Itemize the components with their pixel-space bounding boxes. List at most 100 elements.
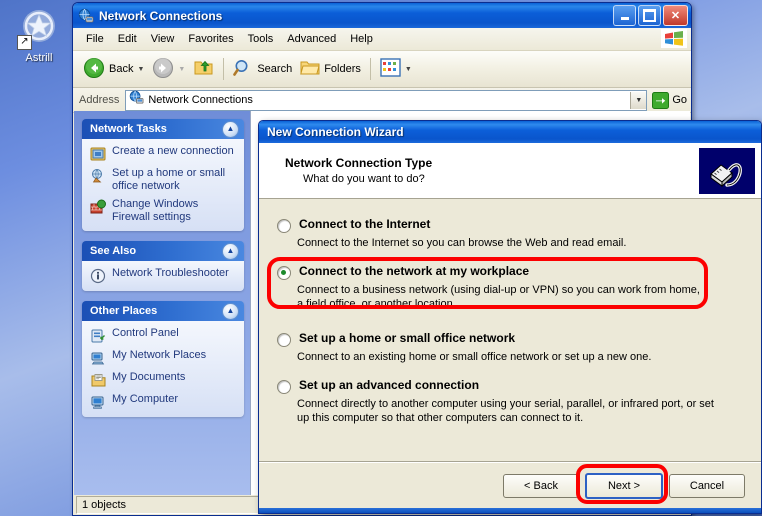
chevron-down-icon[interactable]: ▼ [178,66,185,73]
option-setup-advanced-connection[interactable]: Set up an advanced connection Connect di… [277,378,741,425]
shortcut-arrow-icon: ↗ [17,35,32,50]
radio-setup-home-network[interactable] [277,333,291,347]
task-label: Change Windows Firewall settings [112,198,199,223]
panel-see-also: See Also ▲ Network Troubleshooter [82,241,244,291]
option-label: Connect to the network at my workplace [299,264,530,278]
menu-item-favorites[interactable]: Favorites [181,31,240,47]
my-network-places-icon [90,350,106,366]
search-button[interactable]: Search [229,56,296,83]
window-title: Network Connections [99,8,223,23]
panel-title: Network Tasks [90,123,167,135]
my-documents-icon [90,372,106,388]
radio-connect-to-internet[interactable] [277,219,291,233]
next-button[interactable]: Next > [585,473,663,499]
panel-body-other-places: Control Panel My Network Places My Docum… [82,321,244,417]
task-label: Create a new connection [112,145,234,157]
control-panel-icon [90,328,106,344]
new-connection-wizard-dialog: New Connection Wizard Network Connection… [258,120,762,514]
panel-header-network-tasks[interactable]: Network Tasks ▲ [82,119,244,139]
new-connection-icon [90,146,106,162]
menu-item-advanced[interactable]: Advanced [280,31,343,47]
option-description: Connect directly to another computer usi… [297,398,714,424]
address-label: Address [79,94,120,106]
link-label: Network Troubleshooter [112,267,229,279]
task-pane: Network Tasks ▲ Create a new connection [74,111,250,495]
toolbar-separator [369,58,371,80]
option-description: Connect to a business network (using dia… [297,284,700,310]
wizard-button-row: < Back Next > Cancel [497,464,745,504]
back-label: Back [109,63,134,75]
collapse-chevron-icon[interactable]: ▲ [222,242,239,260]
desktop-icon-astrill[interactable]: ↗ Astrill [8,6,70,64]
panel-body-network-tasks: Create a new connection Set up a home or… [82,139,244,231]
place-my-documents[interactable]: My Documents [90,371,238,388]
views-button[interactable]: ▼ [376,56,416,82]
chevron-down-icon[interactable]: ▼ [137,66,144,73]
task-create-new-connection[interactable]: Create a new connection [90,145,238,162]
option-setup-home-network[interactable]: Set up a home or small office network Co… [277,331,741,364]
place-control-panel[interactable]: Control Panel [90,327,238,344]
cancel-button[interactable]: Cancel [669,474,745,498]
folders-label: Folders [324,63,361,75]
option-label: Set up a home or small office network [299,331,516,345]
panel-header-other-places[interactable]: Other Places ▲ [82,301,244,321]
back-button[interactable]: Back ▼ [79,55,148,84]
back-arrow-icon [83,57,105,82]
menu-item-tools[interactable]: Tools [241,31,281,47]
minimize-icon [620,16,629,20]
forward-arrow-icon [152,57,174,82]
link-network-troubleshooter[interactable]: Network Troubleshooter [90,267,238,284]
close-button[interactable]: ✕ [663,5,688,26]
menu-item-help[interactable]: Help [343,31,380,47]
minimize-button[interactable] [613,5,636,26]
place-my-network-places[interactable]: My Network Places [90,349,238,366]
radio-connect-to-workplace[interactable] [277,266,291,280]
task-setup-home-network[interactable]: Set up a home or small office network [90,167,238,193]
back-button[interactable]: < Back [503,474,579,498]
go-button[interactable]: Go [652,91,687,109]
up-button[interactable] [189,55,218,83]
menu-item-file[interactable]: File [79,31,111,47]
task-change-firewall-settings[interactable]: Change Windows Firewall settings [90,198,238,224]
rj45-connector-icon [699,147,755,194]
astrill-logo-icon: ↗ [17,6,61,50]
home-network-icon [90,168,106,184]
menu-item-edit[interactable]: Edit [111,31,144,47]
collapse-chevron-icon[interactable]: ▲ [222,120,239,138]
option-connect-to-internet[interactable]: Connect to the Internet Connect to the I… [277,217,741,250]
radio-setup-advanced-connection[interactable] [277,380,291,394]
magnifier-icon [233,58,253,81]
place-label: My Documents [112,371,186,383]
panel-other-places: Other Places ▲ Control Panel My Network … [82,301,244,417]
chevron-down-icon[interactable]: ▼ [405,66,412,73]
option-connect-to-workplace[interactable]: Connect to the network at my workplace C… [267,257,741,311]
search-label: Search [257,63,293,75]
network-globe-icon [78,8,94,24]
option-description: Connect to an existing home or small off… [297,351,652,363]
toolbar: Back ▼ ▼ Search Folders ▼ [73,51,691,88]
address-dropdown-icon[interactable]: ▼ [630,91,647,109]
menu-bar: File Edit View Favorites Tools Advanced … [73,28,691,51]
panel-header-see-also[interactable]: See Also ▲ [82,241,244,261]
wizard-heading: Network Connection Type [285,156,433,170]
menu-item-view[interactable]: View [144,31,182,47]
go-label: Go [672,94,687,106]
wizard-footer: < Back Next > Cancel [259,461,761,507]
info-icon [90,268,106,284]
folders-button[interactable]: Folders [296,57,365,82]
wizard-subheading: What do you want to do? [303,173,425,185]
maximize-button[interactable] [638,5,661,26]
collapse-chevron-icon[interactable]: ▲ [222,302,239,320]
go-arrow-icon [652,91,670,109]
views-grid-icon [380,58,401,80]
task-label: Set up a home or small office network [112,167,226,192]
wizard-title: New Connection Wizard [267,125,404,139]
address-input[interactable]: Network Connections ▼ [125,89,648,111]
window-titlebar[interactable]: Network Connections ✕ [73,3,691,28]
wizard-titlebar[interactable]: New Connection Wizard [259,121,761,143]
option-label: Connect to the Internet [299,217,431,231]
wizard-options-area: Connect to the Internet Connect to the I… [259,199,761,425]
place-my-computer[interactable]: My Computer [90,393,238,410]
option-label: Set up an advanced connection [299,378,480,392]
forward-button[interactable]: ▼ [148,55,189,84]
